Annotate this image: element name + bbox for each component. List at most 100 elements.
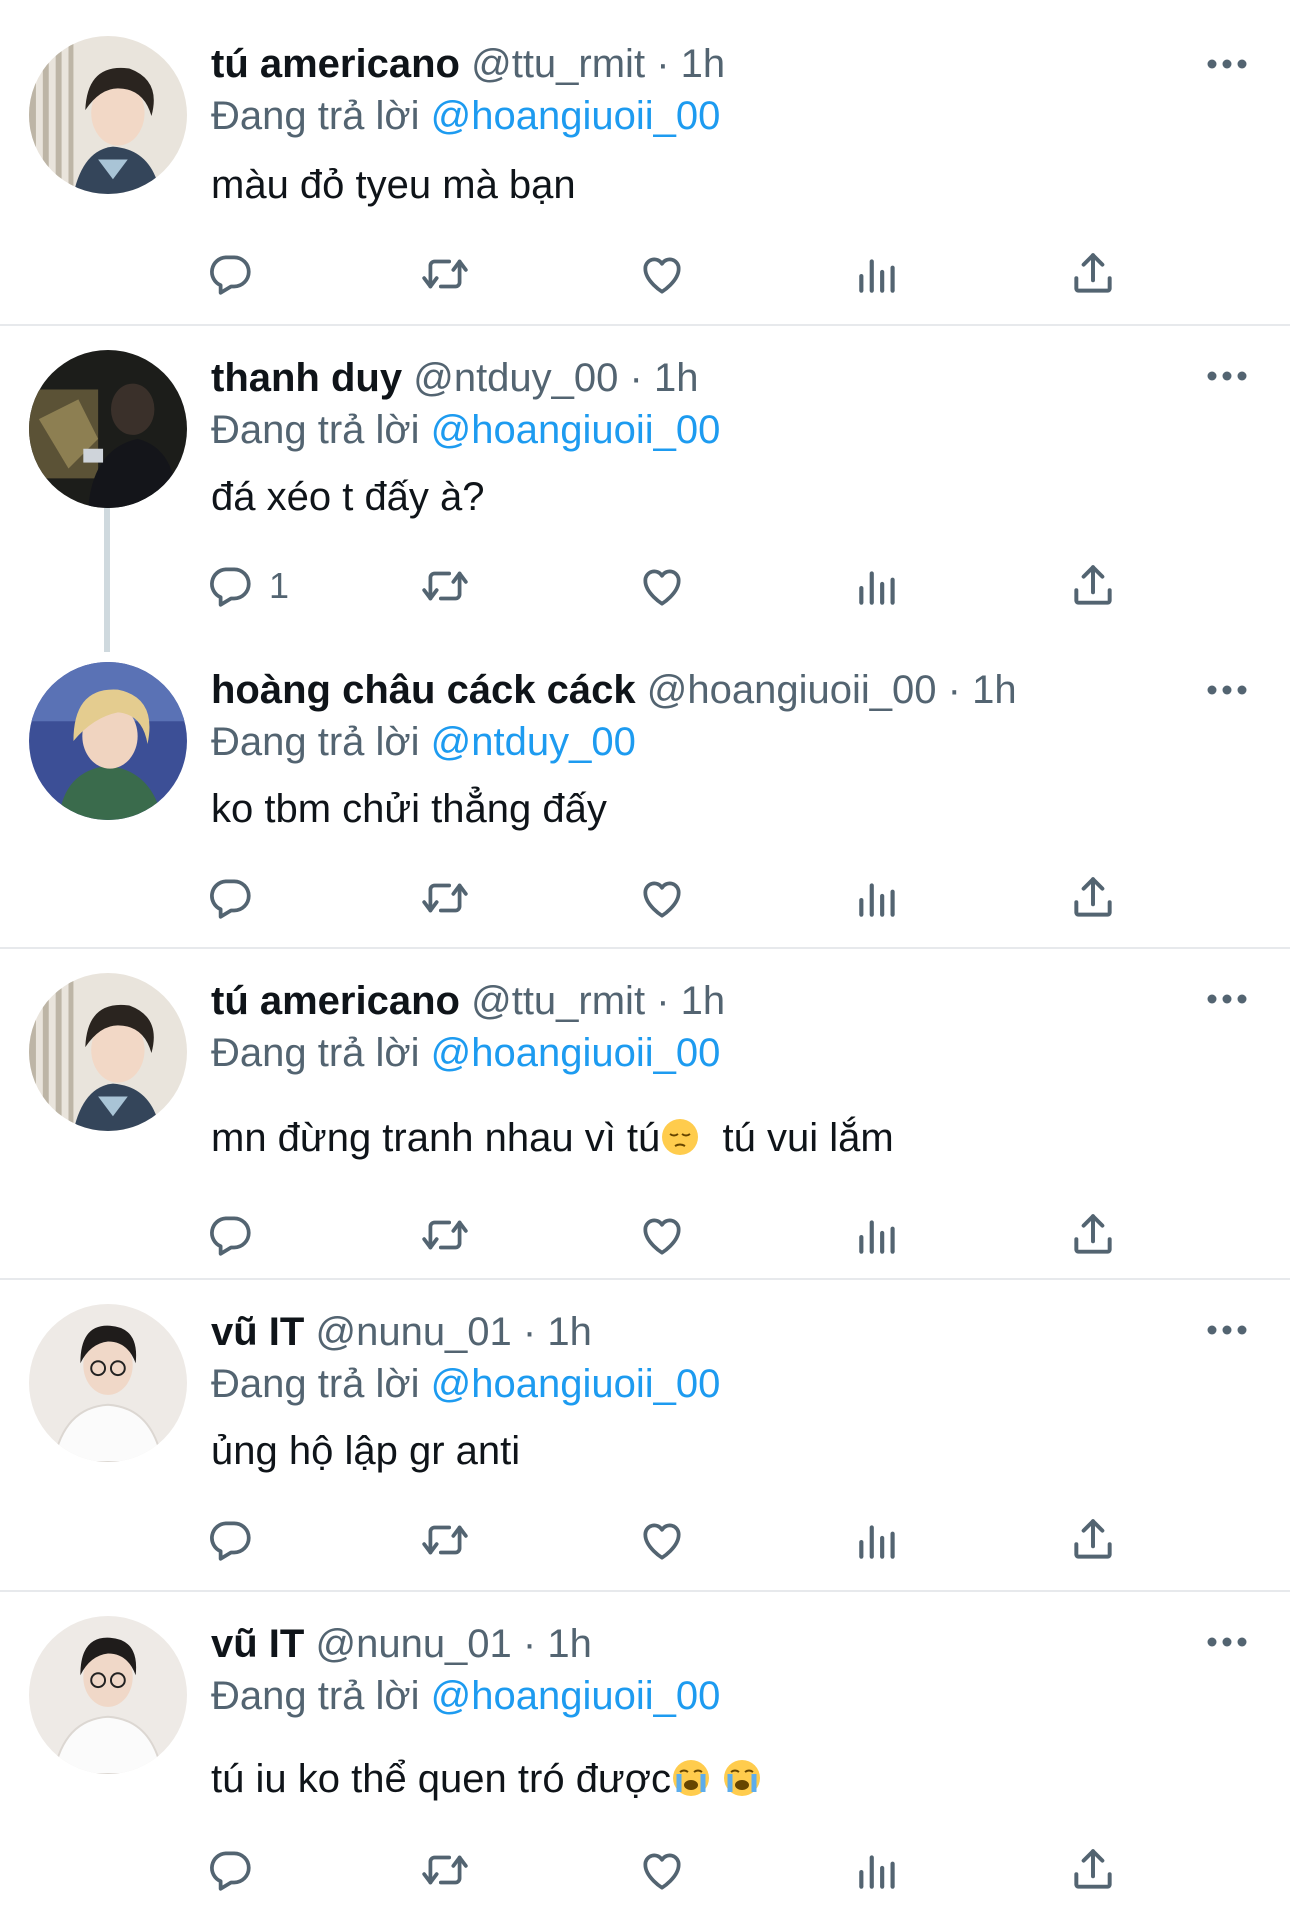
avatar[interactable] <box>29 973 187 1131</box>
avatar[interactable] <box>29 662 187 820</box>
like-button[interactable] <box>637 868 687 928</box>
reply-button[interactable] <box>205 868 269 928</box>
retweet-button[interactable] <box>420 868 470 928</box>
retweet-button[interactable] <box>420 1510 470 1570</box>
reply-button[interactable]: 1 <box>205 556 289 616</box>
like-icon <box>637 561 687 611</box>
reply-icon <box>205 1515 255 1565</box>
like-button[interactable] <box>637 1205 687 1265</box>
handle[interactable]: @nunu_01 <box>315 1622 511 1666</box>
separator: · <box>947 668 961 712</box>
views-button[interactable] <box>853 1840 903 1900</box>
more-icon[interactable] <box>1205 366 1249 386</box>
action-bar <box>205 868 1145 928</box>
handle[interactable]: @ttu_rmit <box>471 979 645 1023</box>
handle[interactable]: @nunu_01 <box>315 1310 511 1354</box>
share-button[interactable] <box>1068 868 1118 928</box>
reply-count: 1 <box>269 565 290 606</box>
reply-button[interactable] <box>205 1840 269 1900</box>
tweet-6[interactable]: vũ IT @nunu_01 · 1h Đang trả lời @hoangi… <box>0 1592 1290 1915</box>
views-button[interactable] <box>853 868 903 928</box>
retweet-icon <box>420 873 470 923</box>
reply-mention[interactable]: @ntduy_00 <box>431 720 636 764</box>
tweet-text: đá xéo t đấy à? <box>211 475 485 519</box>
tweet-2[interactable]: thanh duy @ntduy_00 · 1h Đang trả lời @h… <box>0 326 1290 652</box>
avatar[interactable] <box>29 1616 187 1774</box>
like-button[interactable] <box>637 1510 687 1570</box>
reply-mention[interactable]: @hoangiuoii_00 <box>431 1674 721 1718</box>
more-icon[interactable] <box>1205 1632 1249 1652</box>
retweet-button[interactable] <box>420 244 470 304</box>
more-icon[interactable] <box>1205 1320 1249 1340</box>
tweet-1[interactable]: tú americano @ttu_rmit · 1h Đang trả lời… <box>0 0 1290 320</box>
like-button[interactable] <box>637 244 687 304</box>
tweet-4[interactable]: tú americano @ttu_rmit · 1h Đang trả lời… <box>0 949 1290 1279</box>
display-name[interactable]: thanh duy <box>211 356 402 400</box>
reply-prefix: Đang trả lời <box>211 720 420 764</box>
retweet-icon <box>420 1845 470 1895</box>
tweet-text-part-1: mn đừng tranh nhau vì tú <box>211 1116 661 1160</box>
display-name[interactable]: vũ IT <box>211 1622 304 1666</box>
timestamp[interactable]: 1h <box>547 1622 592 1666</box>
reply-button[interactable] <box>205 1205 269 1265</box>
reply-context: Đang trả lời @hoangiuoii_00 <box>211 1360 720 1408</box>
tweet-5[interactable]: vũ IT @nunu_01 · 1h Đang trả lời @hoangi… <box>0 1280 1290 1590</box>
action-bar <box>205 1840 1145 1900</box>
views-button[interactable] <box>853 1510 903 1570</box>
reply-mention[interactable]: @hoangiuoii_00 <box>431 1031 721 1075</box>
reply-icon <box>205 249 255 299</box>
reply-context: Đang trả lời @hoangiuoii_00 <box>211 406 720 454</box>
tweet-text: tú iu ko thể quen tró được <box>211 1754 762 1804</box>
retweet-button[interactable] <box>420 556 470 616</box>
share-icon <box>1068 873 1118 923</box>
handle[interactable]: @hoangiuoii_00 <box>647 668 937 712</box>
reply-button[interactable] <box>205 244 269 304</box>
reply-icon <box>205 873 255 923</box>
reply-mention[interactable]: @hoangiuoii_00 <box>431 1362 721 1406</box>
retweet-icon <box>420 1515 470 1565</box>
display-name[interactable]: vũ IT <box>211 1310 304 1354</box>
reply-button[interactable] <box>205 1510 269 1570</box>
reply-context: Đang trả lời @ntduy_00 <box>211 718 636 766</box>
share-button[interactable] <box>1068 244 1118 304</box>
retweet-button[interactable] <box>420 1840 470 1900</box>
retweet-button[interactable] <box>420 1205 470 1265</box>
views-button[interactable] <box>853 244 903 304</box>
share-button[interactable] <box>1068 1510 1118 1570</box>
display-name[interactable]: hoàng châu cáck cáck <box>211 668 636 712</box>
retweet-icon <box>420 561 470 611</box>
timestamp[interactable]: 1h <box>681 42 726 86</box>
more-icon[interactable] <box>1205 680 1249 700</box>
more-icon[interactable] <box>1205 54 1249 74</box>
separator: · <box>656 42 670 86</box>
like-icon <box>637 1845 687 1895</box>
avatar[interactable] <box>29 36 187 194</box>
views-icon <box>853 873 903 923</box>
avatar[interactable] <box>29 350 187 508</box>
reply-mention[interactable]: @hoangiuoii_00 <box>431 408 721 452</box>
reply-mention[interactable]: @hoangiuoii_00 <box>431 94 721 138</box>
timestamp[interactable]: 1h <box>654 356 699 400</box>
avatar[interactable] <box>29 1304 187 1462</box>
timestamp[interactable]: 1h <box>547 1310 592 1354</box>
display-name[interactable]: tú americano <box>211 979 460 1023</box>
tweet-3[interactable]: hoàng châu cáck cáck @hoangiuoii_00 · 1h… <box>0 640 1290 940</box>
like-icon <box>637 1515 687 1565</box>
display-name[interactable]: tú americano <box>211 42 460 86</box>
views-button[interactable] <box>853 556 903 616</box>
timestamp[interactable]: 1h <box>972 668 1017 712</box>
handle[interactable]: @ttu_rmit <box>471 42 645 86</box>
timestamp[interactable]: 1h <box>681 979 726 1023</box>
separator: · <box>629 356 643 400</box>
share-button[interactable] <box>1068 556 1118 616</box>
share-button[interactable] <box>1068 1205 1118 1265</box>
like-button[interactable] <box>637 1840 687 1900</box>
more-icon[interactable] <box>1205 989 1249 1009</box>
like-button[interactable] <box>637 556 687 616</box>
share-button[interactable] <box>1068 1840 1118 1900</box>
separator: · <box>522 1622 537 1666</box>
handle[interactable]: @ntduy_00 <box>413 356 618 400</box>
views-button[interactable] <box>853 1205 903 1265</box>
reply-prefix: Đang trả lời <box>211 1674 420 1718</box>
reply-prefix: Đang trả lời <box>211 1362 420 1406</box>
